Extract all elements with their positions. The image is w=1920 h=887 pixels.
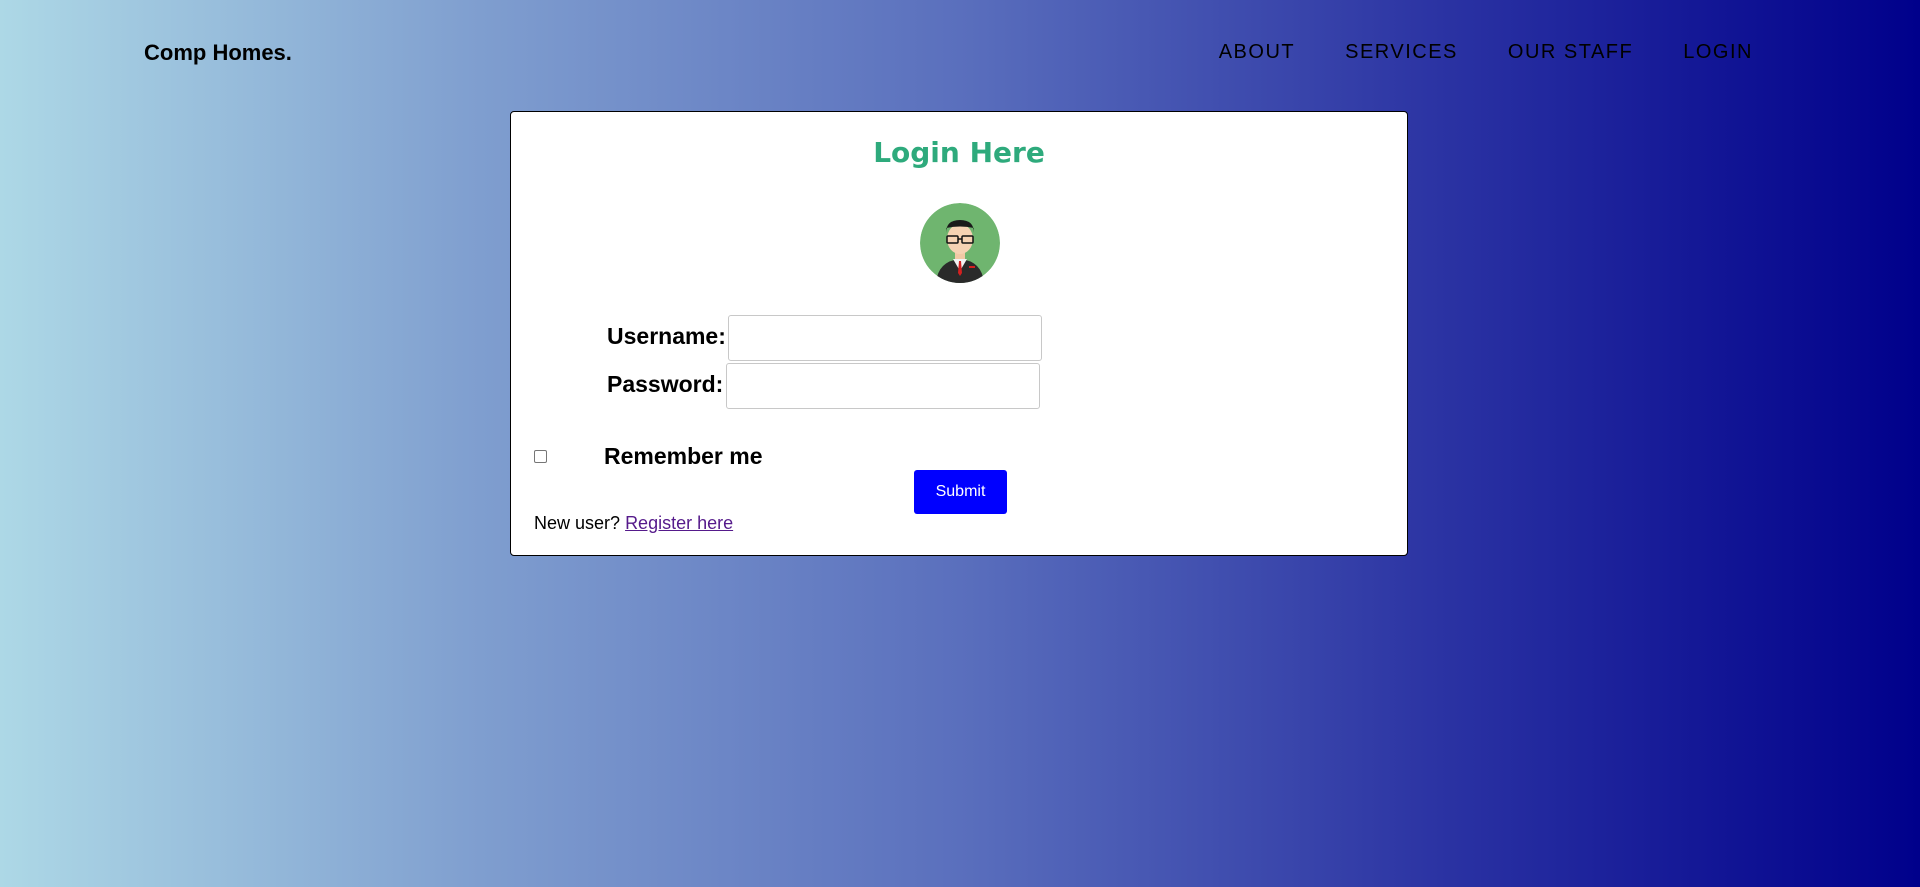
password-label: Password:: [607, 371, 724, 397]
nav-login[interactable]: LOGIN: [1683, 41, 1753, 64]
remember-checkbox[interactable]: [534, 450, 547, 463]
submit-button[interactable]: Submit: [914, 470, 1007, 514]
login-title: Login Here: [873, 136, 1045, 169]
user-avatar-icon: [920, 203, 1000, 283]
new-user-text: New user?: [534, 513, 621, 533]
brand-logo[interactable]: Comp Homes.: [144, 40, 292, 66]
top-nav: ABOUT SERVICES OUR STAFF LOGIN: [1169, 41, 1753, 64]
new-user-row: New user? Register here: [534, 513, 733, 534]
register-link[interactable]: Register here: [625, 513, 733, 533]
username-input[interactable]: [728, 315, 1042, 361]
password-input[interactable]: [726, 363, 1040, 409]
nav-our-staff[interactable]: OUR STAFF: [1508, 41, 1633, 64]
username-label: Username:: [607, 323, 726, 349]
login-card: Login Here Username: Password: Remember …: [510, 111, 1408, 556]
nav-services[interactable]: SERVICES: [1345, 41, 1458, 64]
remember-label: Remember me: [604, 443, 763, 469]
nav-about[interactable]: ABOUT: [1219, 41, 1295, 64]
